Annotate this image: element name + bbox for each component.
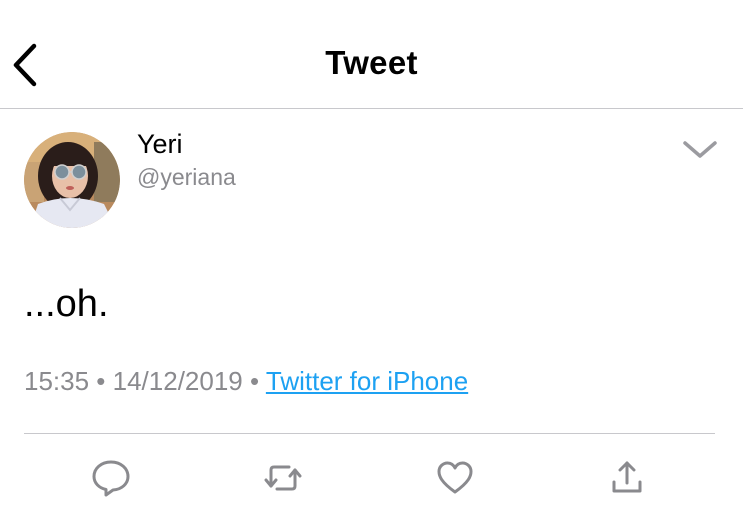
avatar-image — [24, 132, 120, 228]
reply-button[interactable] — [89, 456, 133, 500]
divider — [24, 433, 715, 434]
tweet-options-button[interactable] — [680, 135, 720, 165]
tweet-source-link[interactable]: Twitter for iPhone — [266, 366, 468, 396]
tweet-date: 14/12/2019 — [112, 366, 243, 396]
share-icon — [612, 461, 642, 493]
author-display-name[interactable]: Yeri — [137, 129, 183, 160]
tweet-time: 15:35 — [24, 366, 90, 396]
meta-separator: • — [242, 366, 266, 396]
share-button[interactable] — [605, 456, 649, 500]
retweet-button[interactable] — [261, 456, 305, 500]
top-bar: Tweet — [0, 0, 743, 109]
author-handle[interactable]: @yeriana — [137, 164, 236, 191]
page-title: Tweet — [325, 44, 418, 81]
avatar[interactable] — [24, 132, 120, 228]
chevron-down-icon — [683, 141, 717, 158]
tweet-text: ...oh. — [24, 283, 109, 325]
meta-separator: • — [89, 366, 113, 396]
reply-icon — [92, 460, 130, 497]
tweet-metadata: 15:35 • 14/12/2019 • Twitter for iPhone — [24, 366, 468, 397]
like-button[interactable] — [433, 456, 477, 500]
retweet-icon — [264, 465, 302, 491]
heart-icon — [437, 461, 473, 494]
